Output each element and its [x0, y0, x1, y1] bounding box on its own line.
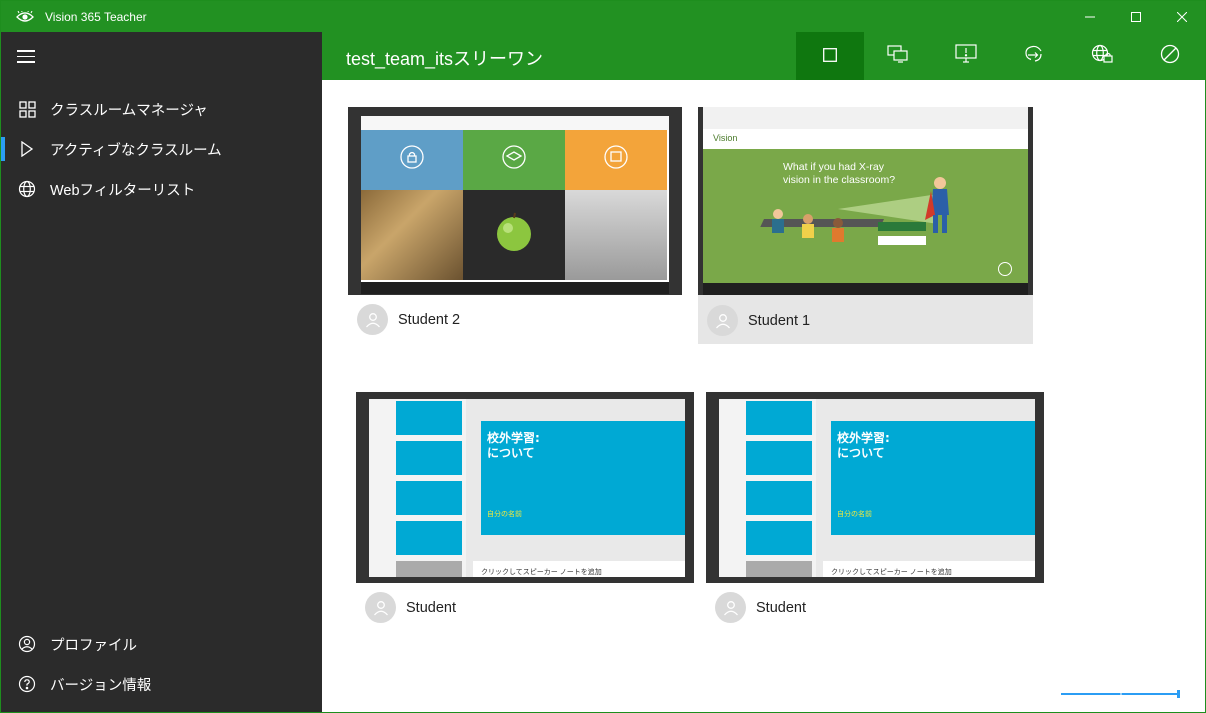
avatar — [357, 304, 388, 335]
minimize-button[interactable] — [1067, 1, 1113, 32]
student-label-row: Student 1 — [707, 305, 810, 336]
app-window: Vision 365 Teacher クラスルームマネージャ アクティブなクラス… — [0, 0, 1206, 713]
student-card[interactable]: 校外学習: について 自分の名前 クリックしてスピーカー ノートを追加 Stud… — [356, 392, 694, 623]
slide-preview: 校外学習: について 自分の名前 — [831, 421, 1035, 535]
slide-title-line: 校外学習: — [487, 431, 540, 445]
page-header: test_team_itsスリーワン — [322, 32, 1205, 80]
avatar — [707, 305, 738, 336]
profile-icon — [15, 635, 39, 653]
globe-icon — [15, 180, 39, 198]
push-screen-button[interactable] — [932, 32, 1000, 80]
page-title: test_team_itsスリーワン — [346, 49, 544, 69]
screen-thumbnail[interactable] — [348, 107, 682, 295]
slide-subtitle: 自分の名前 — [837, 510, 872, 518]
student-name: Student — [406, 599, 456, 616]
select-all-icon — [823, 47, 837, 66]
powerpoint-screen: 校外学習: について 自分の名前 クリックしてスピーカー ノートを追加 — [369, 399, 685, 577]
block-button[interactable] — [1136, 32, 1204, 80]
slide-title-line: について — [487, 446, 535, 460]
block-icon — [1160, 44, 1180, 68]
sidebar-item-active-classroom[interactable]: アクティブなクラスルーム — [1, 129, 322, 169]
close-button[interactable] — [1159, 1, 1205, 32]
sidebar-item-label: Webフィルターリスト — [50, 182, 196, 199]
sidebar-item-web-filter[interactable]: Webフィルターリスト — [1, 169, 322, 209]
headline-line: What if you had X-ray — [783, 161, 884, 173]
grid-icon — [15, 100, 39, 118]
toolbar — [796, 32, 1204, 80]
refresh-button[interactable] — [1000, 32, 1068, 80]
headline-line: vision in the classroom? — [783, 174, 896, 186]
push-screen-icon — [955, 44, 977, 68]
sidebar-item-profile[interactable]: プロファイル — [1, 624, 322, 664]
sidebar-item-classroom-manager[interactable]: クラスルームマネージャ — [1, 89, 322, 129]
share-screen-icon — [887, 45, 909, 67]
sidebar: クラスルームマネージャ アクティブなクラスルーム Webフィルターリスト プロフ… — [1, 32, 322, 712]
web-lock-button[interactable] — [1068, 32, 1136, 80]
sidebar-item-label: アクティブなクラスルーム — [50, 142, 222, 159]
student-card[interactable]: Student 2 — [348, 107, 684, 343]
student-grid: Student 2 Vision What if you had X-ray v… — [322, 80, 1205, 712]
sidebar-item-label: プロファイル — [50, 637, 137, 654]
title-bar: Vision 365 Teacher — [1, 1, 1205, 32]
slide-title-line: 校外学習: — [837, 431, 890, 445]
window-controls — [1067, 1, 1205, 32]
sidebar-item-label: クラスルームマネージャ — [50, 102, 208, 119]
play-icon — [15, 141, 39, 157]
student-label-row: Student — [715, 592, 806, 623]
sidebar-item-label: バージョン情報 — [50, 677, 152, 694]
student-name: Student 1 — [748, 312, 811, 329]
share-screen-button[interactable] — [864, 32, 932, 80]
window-title: Vision 365 Teacher — [45, 9, 147, 24]
student-card-selected[interactable]: Vision What if you had X-ray vision in t… — [698, 107, 1033, 344]
slide-subtitle: 自分の名前 — [487, 510, 522, 518]
collage-screen — [361, 116, 669, 294]
avatar — [365, 592, 396, 623]
web-screen: Vision What if you had X-ray vision in t… — [703, 107, 1028, 295]
eye-logo-icon — [15, 10, 35, 24]
select-all-button[interactable] — [796, 32, 864, 80]
hamburger-menu-icon[interactable] — [17, 50, 35, 64]
sidebar-item-about[interactable]: バージョン情報 — [1, 664, 322, 704]
screen-thumbnail[interactable]: 校外学習: について 自分の名前 クリックしてスピーカー ノートを追加 — [706, 392, 1044, 583]
student-name: Student — [756, 599, 806, 616]
site-logo: Vision — [713, 133, 738, 143]
screen-thumbnail[interactable]: 校外学習: について 自分の名前 クリックしてスピーカー ノートを追加 — [356, 392, 694, 583]
student-card[interactable]: 校外学習: について 自分の名前 クリックしてスピーカー ノートを追加 Stud… — [706, 392, 1044, 623]
avatar — [715, 592, 746, 623]
slide-title-line: について — [837, 446, 885, 460]
slide-preview: 校外学習: について 自分の名前 — [481, 421, 685, 535]
refresh-icon — [1023, 45, 1045, 67]
help-icon — [15, 675, 39, 693]
screen-thumbnail[interactable]: Vision What if you had X-ray vision in t… — [698, 107, 1033, 295]
student-name: Student 2 — [398, 311, 461, 328]
student-label-row: Student 2 — [357, 304, 460, 335]
student-label-row: Student — [365, 592, 456, 623]
speaker-notes: クリックしてスピーカー ノートを追加 — [473, 561, 685, 577]
powerpoint-screen: 校外学習: について 自分の名前 クリックしてスピーカー ノートを追加 — [719, 399, 1035, 577]
speaker-notes: クリックしてスピーカー ノートを追加 — [823, 561, 1035, 577]
zoom-slider[interactable] — [1061, 690, 1183, 698]
web-lock-icon — [1091, 44, 1113, 68]
maximize-button[interactable] — [1113, 1, 1159, 32]
